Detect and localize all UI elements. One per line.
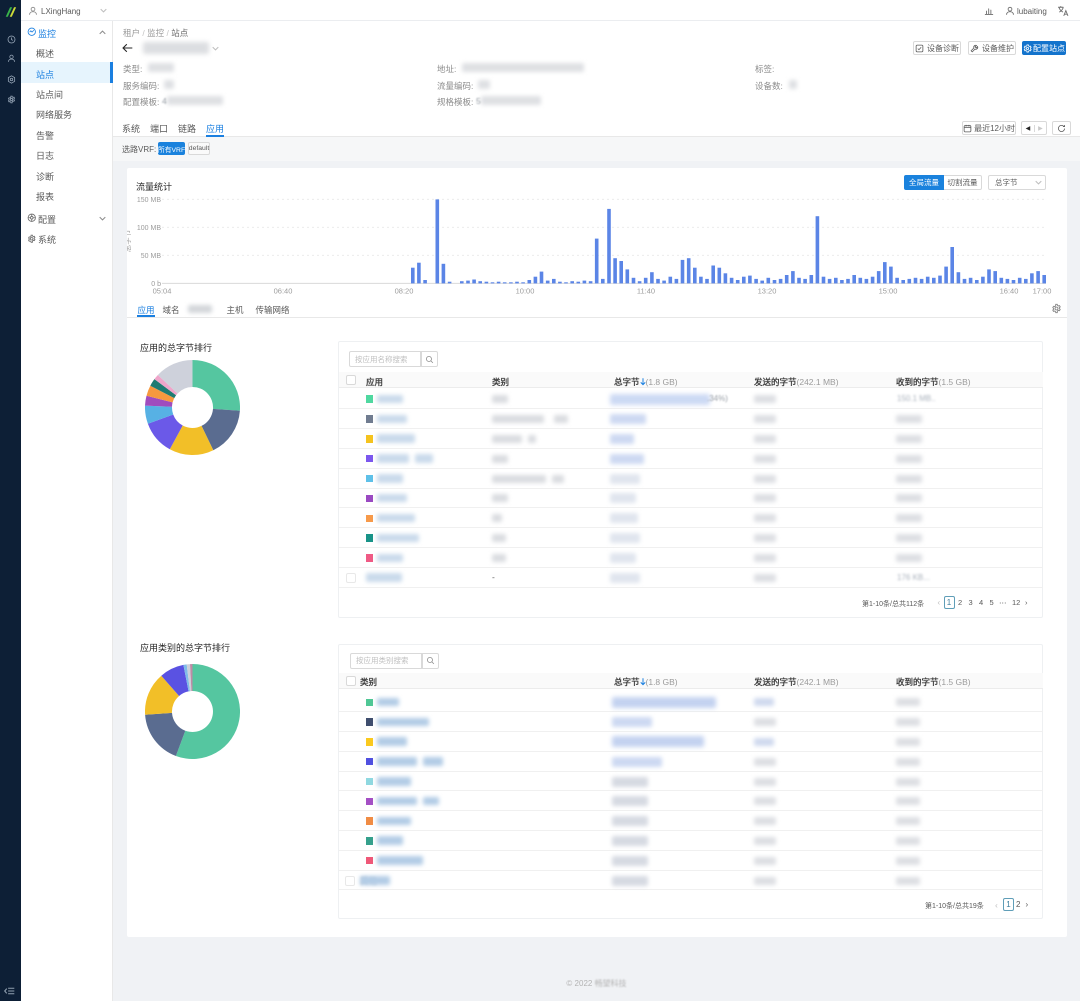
svg-text:10:00: 10:00 xyxy=(516,287,535,296)
svg-text:150 MB: 150 MB xyxy=(137,197,161,204)
svg-text:13:20: 13:20 xyxy=(758,287,777,296)
svg-text:05:04: 05:04 xyxy=(153,287,172,296)
svg-text:11:40: 11:40 xyxy=(637,287,655,296)
svg-text:50 MB: 50 MB xyxy=(141,253,162,260)
svg-text:总字节: 总字节 xyxy=(127,229,132,252)
svg-text:06:40: 06:40 xyxy=(274,287,293,296)
svg-text:15:00: 15:00 xyxy=(879,287,898,296)
svg-text:17:00: 17:00 xyxy=(1033,287,1052,296)
svg-text:08:20: 08:20 xyxy=(395,287,414,296)
svg-text:100 MB: 100 MB xyxy=(137,225,161,232)
svg-text:16:40: 16:40 xyxy=(1000,287,1019,296)
